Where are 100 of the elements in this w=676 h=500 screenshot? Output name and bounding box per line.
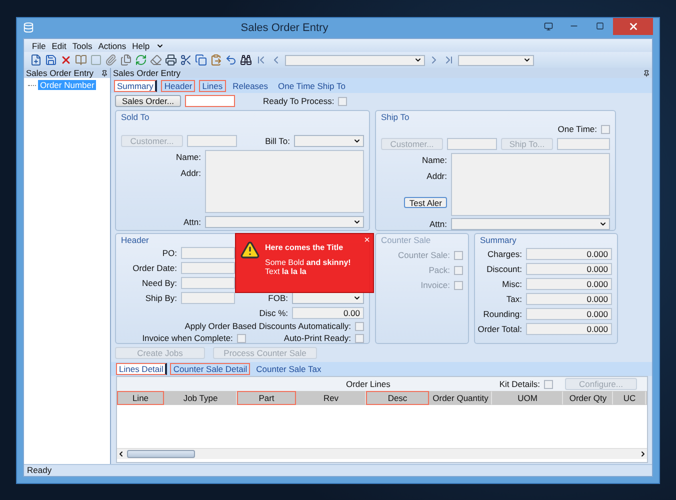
tab[interactable]: Header (161, 80, 196, 92)
eraser-icon[interactable] (150, 54, 162, 66)
checkbox[interactable] (236, 334, 246, 342)
dropdown-field[interactable] (205, 216, 364, 228)
horizontal-scrollbar[interactable] (117, 448, 647, 459)
refresh-icon[interactable] (135, 54, 147, 66)
notification-text: Some Bold and skinny! (265, 258, 351, 267)
sales-order-button[interactable]: Sales Order... (115, 95, 181, 107)
menu-item[interactable]: Help (132, 40, 150, 50)
ship-to-field[interactable] (557, 138, 610, 150)
delete-icon[interactable] (60, 54, 72, 66)
discount-field[interactable]: 0.00 (292, 307, 364, 319)
field-label: Counter Sale: (398, 250, 450, 260)
date-field[interactable] (181, 277, 235, 289)
new-document-icon[interactable] (30, 54, 42, 66)
amount-field[interactable]: 0.000 (526, 308, 612, 320)
test-alert-button[interactable]: Test Aler (404, 197, 447, 208)
field-label: One Time: (558, 124, 597, 134)
amount-field[interactable]: 0.000 (526, 278, 612, 290)
copy-icon[interactable] (195, 54, 207, 66)
checkbox[interactable] (355, 322, 364, 330)
app-icon (23, 22, 34, 33)
toolbar-dropdown[interactable] (458, 54, 534, 66)
pin-icon[interactable] (643, 70, 650, 76)
maximize-icon (596, 22, 604, 30)
checkbox[interactable] (355, 334, 364, 342)
checkbox[interactable] (454, 250, 463, 260)
field-label: Invoice when Complete: (142, 333, 233, 343)
customer-field[interactable] (447, 138, 497, 150)
paste-icon[interactable] (210, 54, 222, 66)
amount-field[interactable]: 0.000 (526, 323, 612, 335)
menu-item[interactable]: Tools (72, 40, 92, 50)
checkbox[interactable] (544, 380, 553, 388)
field-label: Bill To: (265, 136, 290, 146)
address-field[interactable] (451, 153, 610, 216)
caret-icon (353, 137, 361, 145)
scroll-left-icon[interactable] (117, 450, 125, 458)
field-label: Misc: (502, 279, 522, 289)
field-label: Name: (422, 155, 447, 165)
tab[interactable]: One Time Ship To (275, 80, 348, 92)
field-label: PO: (161, 248, 177, 258)
scroll-right-icon[interactable] (639, 450, 647, 458)
amount-field[interactable]: 0.000 (526, 248, 612, 260)
caret-icon (353, 294, 361, 302)
checkbox[interactable] (601, 124, 610, 134)
undo-icon[interactable] (225, 54, 237, 66)
tab[interactable]: Summary (114, 80, 158, 92)
dropdown-field[interactable] (294, 135, 364, 147)
date-field[interactable] (181, 247, 235, 259)
column-header[interactable]: Part (237, 391, 296, 405)
amount-field[interactable]: 0.000 (526, 263, 612, 275)
checkbox[interactable] (454, 280, 463, 290)
amount-field[interactable]: 0.000 (526, 293, 612, 305)
date-field[interactable] (181, 262, 235, 274)
address-field[interactable] (205, 150, 364, 213)
field-label: Ready To Process: (263, 96, 334, 106)
pin-icon[interactable] (101, 70, 108, 76)
field-label: Pack: (428, 265, 450, 275)
last-record-icon[interactable] (443, 54, 455, 66)
binoculars-icon[interactable] (240, 54, 252, 66)
documents-icon[interactable] (120, 54, 132, 66)
close-button[interactable] (613, 18, 653, 35)
field-label: Addr: (426, 171, 447, 181)
tab[interactable]: Releases (230, 80, 272, 92)
record-dropdown[interactable] (285, 54, 425, 66)
printer-icon[interactable] (165, 54, 177, 66)
field-label: Tax: (506, 294, 522, 304)
date-field[interactable] (181, 292, 235, 304)
field-label: Attn: (430, 219, 447, 229)
menu-item[interactable]: Edit (52, 40, 66, 50)
menu-item[interactable]: File (32, 40, 46, 50)
close-button[interactable]: × (364, 235, 370, 246)
tab[interactable]: Lines Detail (116, 363, 168, 375)
menu-item[interactable]: Actions (98, 40, 126, 50)
status-text: Ready (24, 464, 652, 476)
caret-icon (523, 56, 531, 64)
checkbox[interactable] (338, 96, 348, 106)
column-header[interactable]: Desc (366, 391, 429, 405)
field-label: Discount: (486, 264, 522, 274)
tab[interactable]: Lines (199, 80, 226, 92)
tab[interactable]: Counter Sale Tax (253, 363, 324, 375)
dropdown-field[interactable] (292, 292, 364, 304)
book-icon[interactable] (75, 54, 87, 66)
overflow-icon[interactable] (156, 42, 164, 50)
checkbox[interactable] (454, 266, 463, 274)
field-label: Disc %: (258, 308, 288, 318)
sales-order-field[interactable] (185, 95, 235, 107)
caret-icon (353, 218, 361, 226)
field-label: Addr: (180, 168, 201, 178)
dropdown-field[interactable] (451, 218, 610, 230)
field-label: Charges: (488, 249, 522, 259)
tab[interactable]: Counter Sale Detail (170, 363, 250, 375)
customer-field[interactable] (187, 135, 237, 147)
save-icon[interactable] (45, 54, 57, 66)
grid-title: Order Lines (344, 379, 392, 389)
scroll-thumb[interactable] (127, 450, 195, 458)
cut-icon[interactable] (180, 54, 192, 66)
field-label: Kit Details: (499, 379, 540, 389)
column-header[interactable]: Line (117, 391, 164, 405)
field-label: Order Date: (132, 263, 177, 273)
